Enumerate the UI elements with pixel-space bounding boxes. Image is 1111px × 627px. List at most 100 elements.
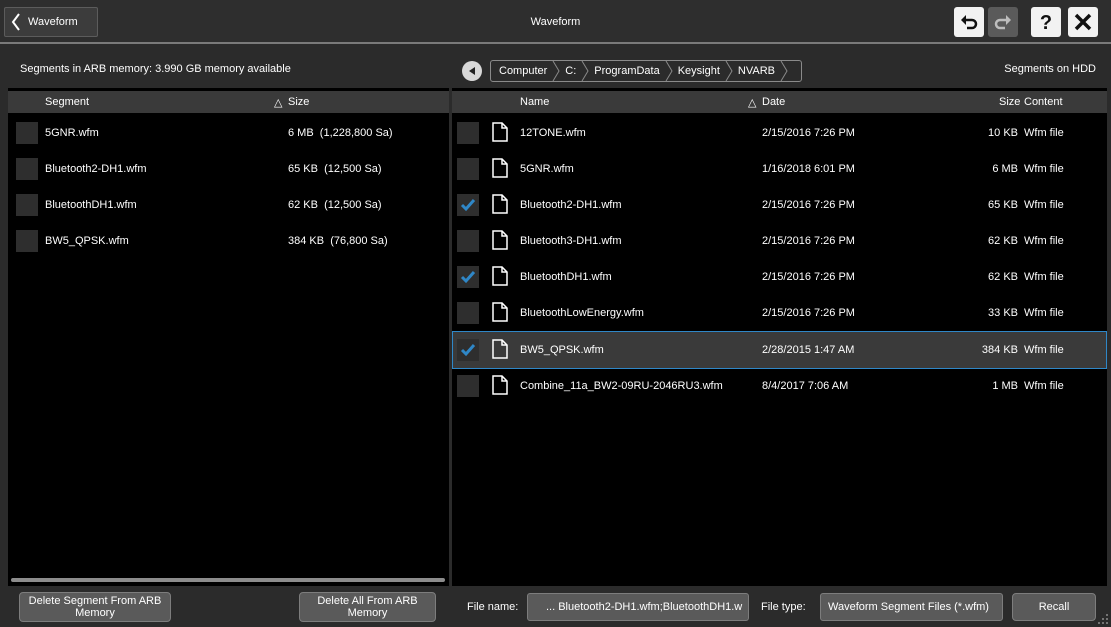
horizontal-scrollbar[interactable]: [11, 578, 445, 582]
segment-size: 384 KB (76,800 Sa): [288, 235, 388, 247]
delete-all-button[interactable]: Delete All From ARB Memory: [299, 592, 436, 622]
row-checkbox[interactable]: [16, 194, 38, 216]
help-icon[interactable]: ?: [1031, 7, 1061, 37]
file-name-field[interactable]: ... Bluetooth2-DH1.wfm;BluetoothDH1.w: [527, 593, 749, 621]
row-checkbox[interactable]: [457, 194, 479, 216]
recall-button[interactable]: Recall: [1012, 593, 1096, 621]
breadcrumb-programdata[interactable]: ProgramData: [592, 65, 661, 77]
row-checkbox[interactable]: [16, 158, 38, 180]
list-item[interactable]: BluetoothDH1.wfm 62 KB (12,500 Sa): [8, 187, 449, 223]
column-name[interactable]: Name: [520, 96, 549, 108]
row-checkbox[interactable]: [16, 230, 38, 252]
column-content[interactable]: Content: [1024, 96, 1063, 108]
file-content: Wfm file: [1024, 271, 1064, 283]
file-size: 6 MB: [992, 163, 1018, 175]
title-bar: Waveform Waveform ?: [0, 0, 1111, 44]
file-size: 384 KB: [981, 344, 1018, 356]
breadcrumb: Computer C: ProgramData Keysight NVARB: [490, 60, 803, 82]
back-button-label: Waveform: [28, 16, 78, 28]
hdd-title: Segments on HDD: [1004, 63, 1096, 75]
file-date: 2/15/2016 7:26 PM: [762, 199, 855, 211]
breadcrumb-separator-icon: [552, 61, 560, 81]
list-item[interactable]: Bluetooth2-DH1.wfm 65 KB (12,500 Sa): [8, 151, 449, 187]
file-size: 65 KB: [988, 199, 1018, 211]
close-icon[interactable]: [1068, 7, 1098, 37]
breadcrumb-end-icon: [780, 61, 788, 81]
file-icon: [492, 122, 508, 142]
file-content: Wfm file: [1024, 307, 1064, 319]
file-type-select[interactable]: Waveform Segment Files (*.wfm): [820, 593, 1003, 621]
row-checkbox[interactable]: [457, 339, 479, 361]
hdd-header: Computer C: ProgramData Keysight NVARB S…: [452, 52, 1107, 88]
row-checkbox[interactable]: [16, 122, 38, 144]
navigate-back-button[interactable]: [462, 61, 482, 81]
file-content: Wfm file: [1024, 199, 1064, 211]
row-checkbox[interactable]: [457, 230, 479, 252]
redo-icon[interactable]: [988, 7, 1018, 37]
file-date: 2/15/2016 7:26 PM: [762, 271, 855, 283]
table-row-selected[interactable]: BW5_QPSK.wfm 2/28/2015 1:47 AM 384 KB Wf…: [452, 331, 1107, 369]
column-size[interactable]: Size: [288, 96, 309, 108]
arb-column-header: Segment △ Size: [8, 91, 449, 113]
column-date[interactable]: Date: [762, 96, 785, 108]
segment-size: 65 KB (12,500 Sa): [288, 163, 382, 175]
file-name: 5GNR.wfm: [520, 163, 574, 175]
back-button[interactable]: Waveform: [4, 7, 98, 37]
delete-segment-button[interactable]: Delete Segment From ARB Memory: [19, 592, 171, 622]
row-checkbox[interactable]: [457, 375, 479, 397]
file-icon: [492, 266, 508, 286]
sort-indicator-icon: △: [748, 97, 757, 109]
file-name: Bluetooth3-DH1.wfm: [520, 235, 622, 247]
row-checkbox[interactable]: [457, 266, 479, 288]
breadcrumb-keysight[interactable]: Keysight: [676, 65, 722, 77]
segment-name: 5GNR.wfm: [45, 127, 99, 139]
breadcrumb-nvarb[interactable]: NVARB: [736, 65, 777, 77]
file-date: 8/4/2017 7:06 AM: [762, 380, 849, 392]
file-date: 2/15/2016 7:26 PM: [762, 307, 855, 319]
row-checkbox[interactable]: [457, 158, 479, 180]
table-row[interactable]: BluetoothLowEnergy.wfm 2/15/2016 7:26 PM…: [452, 295, 1107, 331]
undo-icon[interactable]: [954, 7, 984, 37]
table-row[interactable]: Bluetooth3-DH1.wfm 2/15/2016 7:26 PM 62 …: [452, 223, 1107, 259]
table-row[interactable]: 12TONE.wfm 2/15/2016 7:26 PM 10 KB Wfm f…: [452, 115, 1107, 151]
file-content: Wfm file: [1024, 235, 1064, 247]
svg-text:?: ?: [1040, 12, 1052, 33]
file-icon: [492, 375, 508, 395]
table-row[interactable]: 5GNR.wfm 1/16/2018 6:01 PM 6 MB Wfm file: [452, 151, 1107, 187]
file-date: 2/15/2016 7:26 PM: [762, 235, 855, 247]
file-size: 33 KB: [988, 307, 1018, 319]
file-type-label: File type:: [761, 601, 806, 613]
segment-name: BluetoothDH1.wfm: [45, 199, 137, 211]
table-row[interactable]: Bluetooth2-DH1.wfm 2/15/2016 7:26 PM 65 …: [452, 187, 1107, 223]
segment-size: 62 KB (12,500 Sa): [288, 199, 382, 211]
table-row[interactable]: Combine_11a_BW2-09RU-2046RU3.wfm 8/4/201…: [452, 368, 1107, 404]
breadcrumb-separator-icon: [665, 61, 673, 81]
hdd-panel: Computer C: ProgramData Keysight NVARB S…: [452, 52, 1107, 586]
row-checkbox[interactable]: [457, 302, 479, 324]
file-content: Wfm file: [1024, 127, 1064, 139]
arb-memory-header: Segments in ARB memory: 3.990 GB memory …: [8, 52, 449, 88]
breadcrumb-c-drive[interactable]: C:: [563, 65, 578, 77]
column-segment[interactable]: Segment: [45, 96, 89, 108]
window-title: Waveform: [530, 16, 581, 28]
file-name: Combine_11a_BW2-09RU-2046RU3.wfm: [520, 380, 723, 392]
hdd-column-header: Name △ Date Size Content: [452, 91, 1107, 113]
triangle-left-icon: [469, 67, 475, 75]
file-icon: [492, 302, 508, 322]
row-checkbox[interactable]: [457, 122, 479, 144]
file-icon: [492, 339, 508, 359]
file-date: 2/28/2015 1:47 AM: [762, 344, 855, 356]
file-name: Bluetooth2-DH1.wfm: [520, 199, 622, 211]
table-row[interactable]: BluetoothDH1.wfm 2/15/2016 7:26 PM 62 KB…: [452, 259, 1107, 295]
file-icon: [492, 158, 508, 178]
list-item[interactable]: 5GNR.wfm 6 MB (1,228,800 Sa): [8, 115, 449, 151]
column-size[interactable]: Size: [999, 96, 1020, 108]
breadcrumb-computer[interactable]: Computer: [497, 65, 549, 77]
segment-size: 6 MB (1,228,800 Sa): [288, 127, 393, 139]
list-item[interactable]: BW5_QPSK.wfm 384 KB (76,800 Sa): [8, 223, 449, 259]
chevron-left-icon: [11, 13, 20, 31]
segment-name: Bluetooth2-DH1.wfm: [45, 163, 147, 175]
file-name: BluetoothLowEnergy.wfm: [520, 307, 644, 319]
file-name: BluetoothDH1.wfm: [520, 271, 612, 283]
resize-grip-icon[interactable]: [1095, 611, 1109, 625]
